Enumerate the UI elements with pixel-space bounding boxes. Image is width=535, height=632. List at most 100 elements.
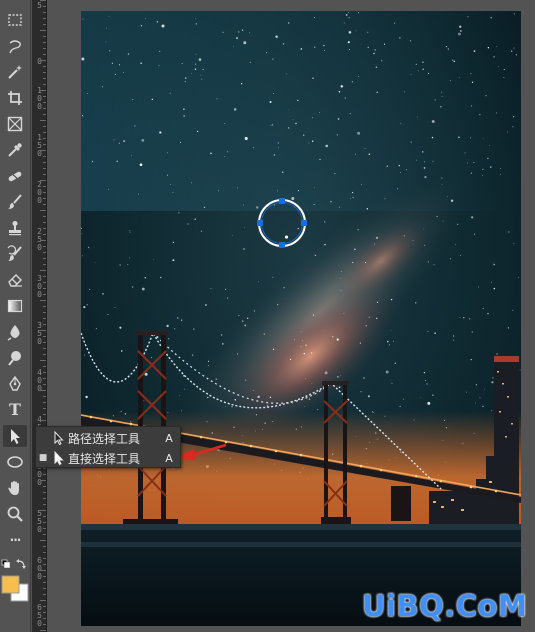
star <box>131 155 132 157</box>
star <box>284 235 289 239</box>
star <box>180 319 183 321</box>
star <box>338 206 340 208</box>
gradient-icon[interactable] <box>3 295 27 317</box>
star <box>367 395 370 398</box>
star <box>249 32 251 34</box>
selected-bullet-icon: ■ <box>38 453 48 463</box>
ruler-tick <box>40 570 46 571</box>
ruler-tick <box>43 114 46 115</box>
star <box>376 91 378 93</box>
star <box>270 124 272 126</box>
star <box>167 152 169 154</box>
star <box>312 77 314 79</box>
ruler-tick <box>40 600 46 601</box>
star <box>360 391 362 393</box>
star <box>394 22 396 24</box>
eraser-icon[interactable] <box>3 269 27 291</box>
menu-item-direct-selection-tool[interactable]: ■ 直接选择工具 A <box>36 448 180 468</box>
swap-colors-icon <box>16 559 26 569</box>
star <box>203 206 206 209</box>
hand-icon[interactable] <box>3 477 27 499</box>
more-tools-icon[interactable]: ··· <box>3 529 27 551</box>
star <box>446 195 448 197</box>
history-brush-icon[interactable] <box>3 243 27 265</box>
clone-stamp-icon[interactable] <box>3 217 27 239</box>
ruler-tick <box>43 606 46 607</box>
star <box>493 263 495 266</box>
document-canvas[interactable] <box>81 11 521 626</box>
star <box>81 233 83 235</box>
star <box>349 113 351 115</box>
ruler-tick <box>43 66 46 67</box>
star <box>140 25 143 27</box>
ruler-tick <box>43 318 46 319</box>
lasso-icon[interactable] <box>3 35 27 57</box>
star <box>233 108 237 111</box>
star <box>449 258 452 260</box>
star <box>482 174 483 176</box>
ellipse-icon[interactable] <box>3 451 27 473</box>
star <box>441 96 443 97</box>
star <box>458 136 460 139</box>
star <box>513 47 515 49</box>
frame-icon[interactable] <box>3 113 27 135</box>
ruler-tick <box>43 264 46 265</box>
vertical-ruler: 501 0 01 5 02 0 02 5 03 0 03 5 04 0 04 5… <box>32 0 47 632</box>
blur-icon[interactable] <box>3 321 27 343</box>
healing-brush-icon[interactable] <box>3 165 27 187</box>
menu-item-label: 直接选择工具 <box>68 451 141 466</box>
star <box>114 307 116 309</box>
ruler-tick <box>43 108 46 109</box>
star <box>427 401 431 405</box>
star <box>482 307 484 310</box>
ruler-tick <box>43 96 46 97</box>
star <box>375 236 379 240</box>
brush-icon[interactable] <box>3 191 27 213</box>
star <box>457 223 459 226</box>
star <box>490 166 492 168</box>
star <box>200 74 201 76</box>
star <box>107 313 109 316</box>
star <box>222 31 224 33</box>
star <box>340 277 342 279</box>
star <box>431 136 434 139</box>
star <box>503 77 505 79</box>
crop-icon[interactable] <box>3 87 27 109</box>
star <box>393 340 395 342</box>
star <box>129 230 131 231</box>
star <box>210 152 212 155</box>
type-icon[interactable]: T <box>3 399 27 421</box>
star <box>319 112 321 114</box>
eyedropper-icon[interactable] <box>3 139 27 161</box>
ruler-tick <box>43 228 46 229</box>
rectangular-marquee-icon[interactable] <box>3 9 27 31</box>
star <box>183 115 185 117</box>
star <box>308 398 311 400</box>
star <box>449 80 451 82</box>
dodge-icon[interactable] <box>3 347 27 369</box>
star <box>305 344 307 346</box>
star <box>424 380 426 382</box>
star <box>493 287 496 290</box>
star <box>317 408 319 411</box>
star <box>83 306 86 309</box>
path-selection-icon[interactable] <box>3 425 27 447</box>
star <box>101 86 104 88</box>
ruler-tick <box>43 564 46 565</box>
star <box>357 131 361 135</box>
pen-icon[interactable] <box>3 373 27 395</box>
star <box>459 30 462 32</box>
star <box>81 57 85 61</box>
zoom-icon[interactable] <box>3 503 27 525</box>
star <box>400 122 402 124</box>
star <box>278 147 279 149</box>
star <box>490 17 492 19</box>
star <box>507 131 508 133</box>
magic-wand-icon[interactable] <box>3 61 27 83</box>
star <box>277 142 279 144</box>
star <box>385 370 389 374</box>
ruler-tick <box>43 126 46 127</box>
menu-item-path-selection-tool[interactable]: 路径选择工具 A <box>36 428 180 448</box>
star <box>323 50 325 52</box>
ruler-tick <box>43 162 46 163</box>
